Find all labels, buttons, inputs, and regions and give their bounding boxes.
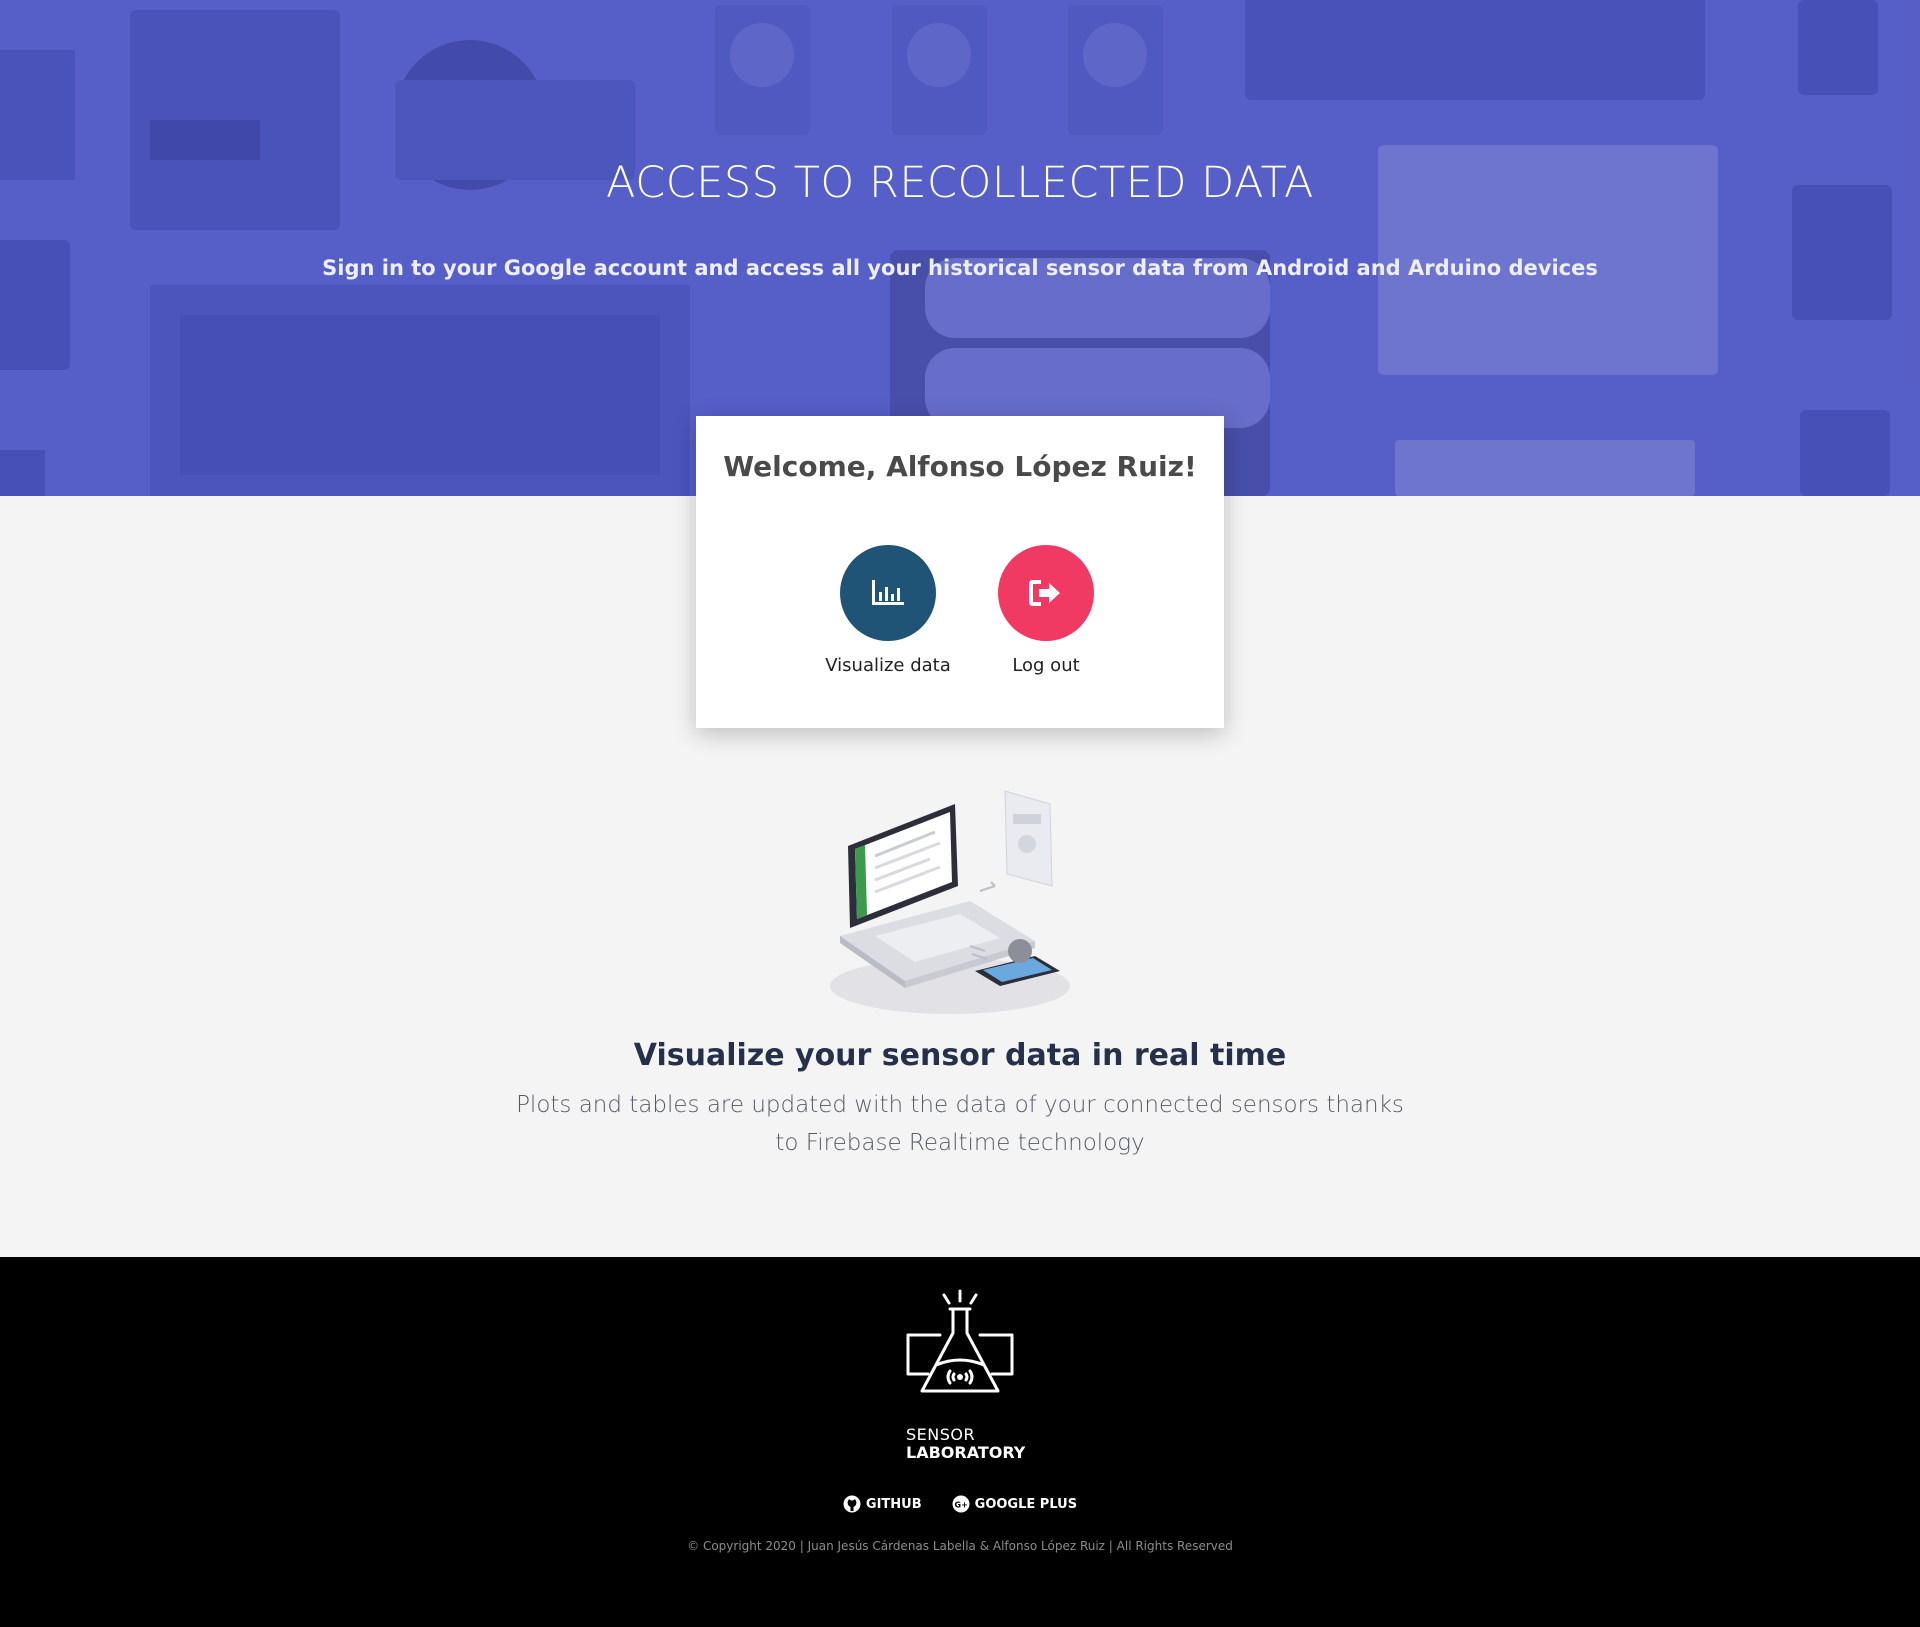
hero-title: ACCESS TO RECOLLECTED DATA — [606, 158, 1314, 208]
welcome-card: Welcome, Alfonso López Ruiz! Visualize d… — [696, 416, 1224, 728]
visualize-data-label[interactable]: Visualize data — [808, 655, 968, 676]
bar-chart-icon — [872, 580, 904, 605]
log-out-action: Log out — [966, 545, 1126, 676]
feature-title: Visualize your sensor data in real time — [633, 1038, 1287, 1073]
google-plus-link[interactable]: G+ GOOGLE PLUS — [952, 1495, 1077, 1513]
visualize-data-button[interactable] — [840, 545, 936, 641]
github-icon — [843, 1495, 861, 1513]
visualize-data-action: Visualize data — [808, 545, 968, 676]
svg-text:G+: G+ — [954, 1501, 967, 1510]
footer: SENSOR LABORATORY GITHUB G+ GOOGLE PLUS … — [0, 1257, 1920, 1627]
sensor-laboratory-logo — [906, 1289, 1014, 1393]
laptop-sync-illustration — [830, 790, 1070, 1014]
logo-text-laboratory: LABORATORY — [906, 1443, 1026, 1462]
feature-description: Plots and tables are updated with the da… — [516, 1092, 1404, 1156]
github-link[interactable]: GITHUB — [843, 1495, 922, 1513]
welcome-heading: Welcome, Alfonso López Ruiz! — [723, 450, 1197, 483]
sign-out-icon — [1029, 580, 1060, 606]
google-plus-label[interactable]: GOOGLE PLUS — [975, 1497, 1077, 1512]
copyright-notice: © Copyright 2020 | Juan Jesús Cárdenas L… — [687, 1539, 1233, 1553]
hero-subtitle: Sign in to your Google account and acces… — [322, 256, 1598, 280]
footer-social-links: GITHUB G+ GOOGLE PLUS — [0, 1495, 1920, 1513]
github-label[interactable]: GITHUB — [866, 1497, 922, 1512]
google-plus-icon: G+ — [952, 1495, 970, 1513]
log-out-label[interactable]: Log out — [966, 655, 1126, 676]
logo-text-sensor: SENSOR — [906, 1425, 976, 1444]
log-out-button[interactable] — [998, 545, 1094, 641]
